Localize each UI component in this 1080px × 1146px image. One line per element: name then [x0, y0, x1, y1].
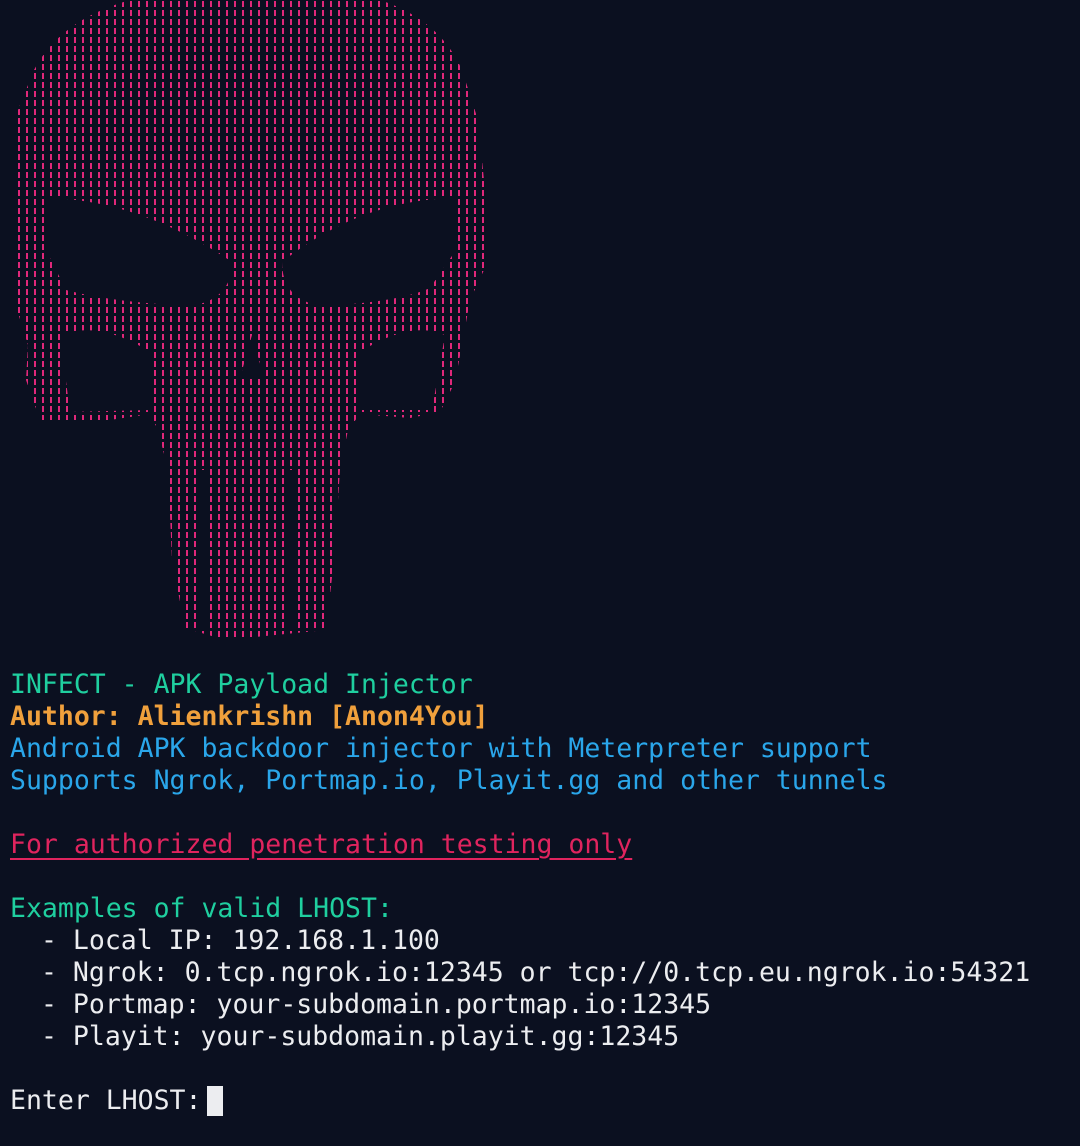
- examples-heading: Examples of valid LHOST:: [10, 893, 393, 924]
- author-line: Author: Alienkrishn [Anon4You]: [10, 701, 489, 732]
- prompt-label: Enter LHOST:: [10, 1085, 202, 1116]
- lhost-prompt[interactable]: Enter LHOST:: [10, 1085, 1080, 1117]
- warning-text: For authorized penetration testing only: [10, 829, 633, 860]
- tunnels-line: Supports Ngrok, Portmap.io, Playit.gg an…: [10, 765, 888, 796]
- example-item: - Ngrok: 0.tcp.ngrok.io:12345 or tcp://0…: [41, 957, 1031, 988]
- example-item: - Playit: your-subdomain.playit.gg:12345: [41, 1021, 680, 1052]
- example-item: - Portmap: your-subdomain.portmap.io:123…: [41, 989, 712, 1020]
- example-item: - Local IP: 192.168.1.100: [41, 925, 440, 956]
- cursor-block[interactable]: [207, 1086, 224, 1116]
- terminal-output: INFECT - APK Payload Injector Author: Al…: [10, 669, 1080, 1117]
- app-title: INFECT - APK Payload Injector: [10, 669, 473, 700]
- description-line: Android APK backdoor injector with Meter…: [10, 733, 872, 764]
- punisher-skull-icon: [0, 0, 500, 645]
